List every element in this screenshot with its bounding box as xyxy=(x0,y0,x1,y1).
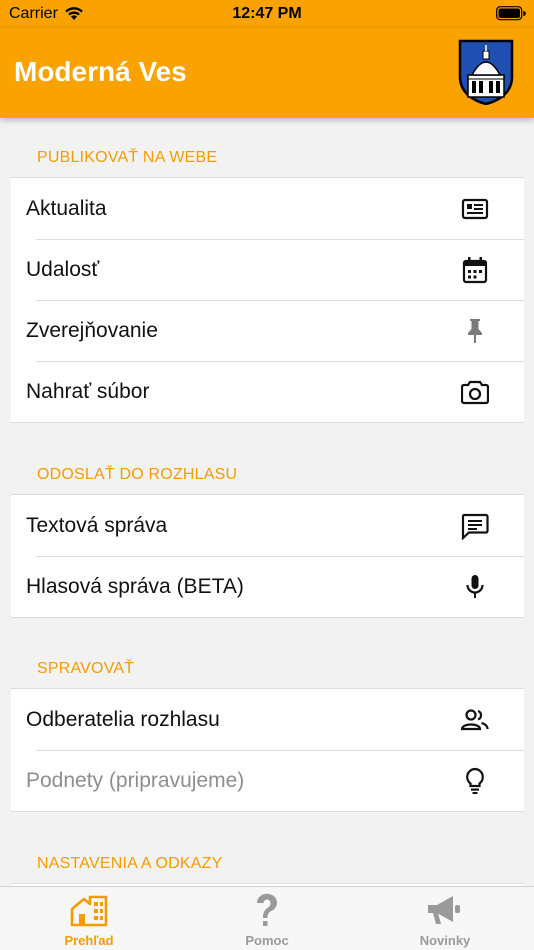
section-header-manage: SPRAVOVAŤ xyxy=(37,660,135,677)
navigation-bar: Moderná Ves xyxy=(0,28,534,118)
microphone-icon xyxy=(459,571,491,603)
list-item-label: Udalosť xyxy=(26,257,100,281)
list-item-podnety: Podnety (pripravujeme) xyxy=(11,750,524,811)
megaphone-icon xyxy=(428,896,460,924)
people-icon xyxy=(459,704,491,736)
pin-icon xyxy=(459,315,491,347)
page-title: Moderná Ves xyxy=(14,56,187,87)
tab-label: Pomoc xyxy=(245,933,289,948)
list-item-label: Nahrať súbor xyxy=(26,379,150,403)
message-icon xyxy=(459,510,491,542)
tab-label: Prehľad xyxy=(64,933,114,948)
home-icon xyxy=(70,895,108,927)
status-bar: Carrier 12:47 PM xyxy=(0,0,534,28)
section-header-publish: PUBLIKOVAŤ NA WEBE xyxy=(37,149,218,166)
help-icon xyxy=(256,893,277,926)
camera-icon xyxy=(459,376,491,408)
list-item-label: Podnety (pripravujeme) xyxy=(26,768,245,792)
list-item-label: Odberatelia rozhlasu xyxy=(26,707,220,731)
status-time: 12:47 PM xyxy=(232,5,302,22)
tab-prehlad[interactable]: Prehľad xyxy=(0,887,178,950)
tab-bar: Prehľad Pomoc Novinky xyxy=(0,886,534,950)
list-item-zverejnovanie[interactable]: Zverejňovanie xyxy=(11,300,524,361)
group-publish: Aktualita Udalosť Zverejňovanie Nahrať s… xyxy=(11,177,524,423)
settings-list: PUBLIKOVAŤ NA WEBE Aktualita Udalosť Zve… xyxy=(0,118,534,886)
list-item-udalost[interactable]: Udalosť xyxy=(11,239,524,300)
list-item-label: Aktualita xyxy=(26,196,107,220)
calendar-icon xyxy=(459,254,491,286)
group-broadcast: Textová správa Hlasová správa (BETA) xyxy=(11,494,524,618)
list-item-nahrat-subor[interactable]: Nahrať súbor xyxy=(11,361,524,422)
list-item-textova-sprava[interactable]: Textová správa xyxy=(11,495,524,556)
list-item-label: Hlasová správa (BETA) xyxy=(26,574,244,598)
list-item-aktualita[interactable]: Aktualita xyxy=(11,178,524,239)
news-icon xyxy=(459,193,491,225)
tab-novinky[interactable]: Novinky xyxy=(356,887,534,950)
list-item-hlasova-sprava[interactable]: Hlasová správa (BETA) xyxy=(11,556,524,617)
group-manage: Odberatelia rozhlasu Podnety (pripravuje… xyxy=(11,688,524,812)
tab-label: Novinky xyxy=(419,933,471,948)
list-item-label: Zverejňovanie xyxy=(26,318,158,342)
list-item-odberatelia[interactable]: Odberatelia rozhlasu xyxy=(11,689,524,750)
battery-icon xyxy=(496,6,526,21)
section-header-settings: NASTAVENIA A ODKAZY xyxy=(37,855,223,872)
section-header-broadcast: ODOSLAŤ DO ROZHLASU xyxy=(37,466,238,483)
list-item-label: Textová správa xyxy=(26,513,168,537)
lightbulb-icon xyxy=(459,765,491,797)
tab-pomoc[interactable]: Pomoc xyxy=(178,887,356,950)
municipal-crest-icon[interactable] xyxy=(458,39,514,105)
